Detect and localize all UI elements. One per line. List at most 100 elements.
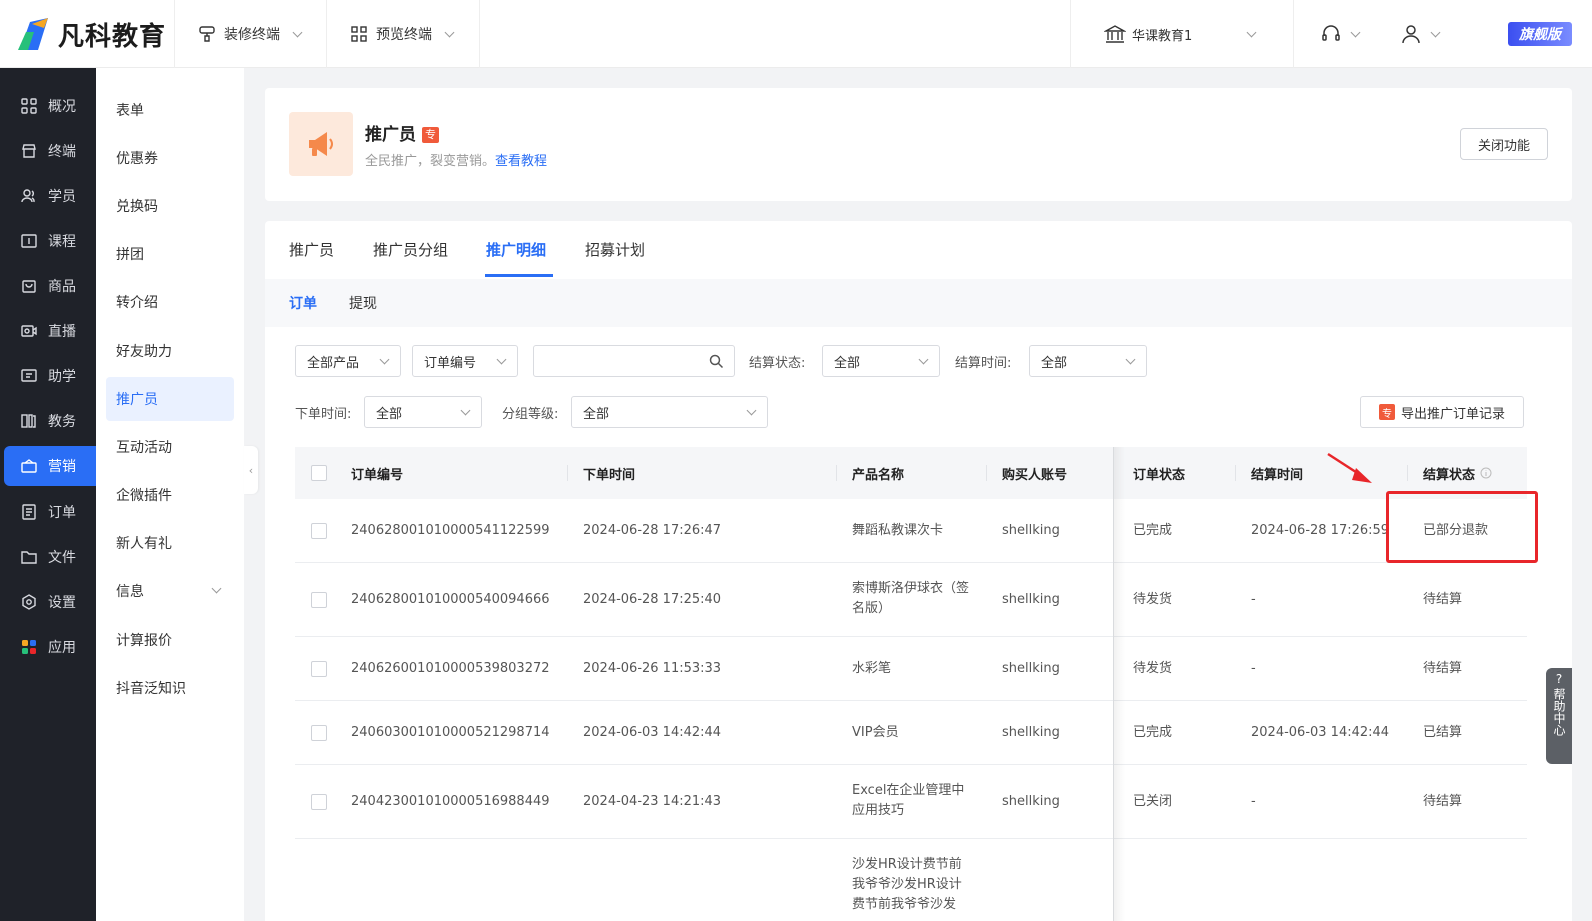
nav-item-orders[interactable]: 订单 [0,492,96,532]
users-icon [20,187,38,205]
folder-icon [20,548,38,566]
subnav-item-wecom-plugin[interactable]: 企微插件 [106,473,234,517]
tutorial-link[interactable]: 查看教程 [495,154,547,169]
preview-label: 预览终端 [376,27,432,43]
column-divider [1407,465,1408,481]
feature-header-card: 推广员专 全民推广，裂变营销。查看教程 关闭功能 [265,88,1572,201]
subnav-item-coupon[interactable]: 优惠券 [106,136,234,180]
table-row: 24062800101000054112​2599 2024-06-28 17:… [295,499,1527,563]
nav-item-files[interactable]: 文件 [0,537,96,577]
feature-title-text: 推广员 [365,125,416,145]
subtab-orders[interactable]: 订单 [289,293,317,313]
tab-promoter-groups[interactable]: 推广员分组 [373,239,448,260]
help-center-button[interactable]: ? 帮助中心 [1546,668,1572,764]
subnav-item-group-buy[interactable]: 拼团 [106,232,234,276]
table-row: 240628001010000540094666 2024-06-28 17:2… [295,563,1527,637]
org-switcher[interactable]: 华课教育1 [1104,0,1264,68]
cell-settle-status: 待结算 [1423,794,1463,809]
brand-logo[interactable]: 凡科教育 [14,14,166,54]
select-all-checkbox[interactable] [311,465,327,481]
nav-item-assist[interactable]: 助学 [0,356,96,396]
support-menu[interactable] [1320,0,1361,68]
collapse-sidebar-button[interactable]: ‹ [244,446,258,494]
nav-item-students[interactable]: 学员 [0,176,96,216]
nav-item-courses[interactable]: 课程 [0,221,96,261]
group-level-select[interactable]: 全部 [571,396,768,428]
cell-buyer: shellking [1002,523,1060,538]
subnav-item-friend-help[interactable]: 好友助力 [106,329,234,373]
tab-promoters[interactable]: 推广员 [289,239,334,260]
cell-order-status: 待发货 [1133,661,1173,676]
top-bar: 凡科教育 装修终端 预览终端 华课教育1 旗舰版 [0,0,1592,68]
order-time-select[interactable]: 全部 [364,396,482,428]
tab-recruit-plan[interactable]: 招募计划 [585,239,645,260]
subnav-item-promoter[interactable]: 推广员 [106,377,234,421]
close-feature-button[interactable]: 关闭功能 [1460,128,1548,160]
select-value: 全部 [583,406,610,422]
settle-time-select[interactable]: 全部 [1029,345,1147,377]
nav-label: 终端 [48,144,76,160]
subnav-item-newcomer-gift[interactable]: 新人有礼 [106,521,234,565]
row-checkbox[interactable] [311,592,327,608]
export-orders-button[interactable]: 专 导出推广订单记录 [1360,396,1524,428]
subnav-item-quote[interactable]: 计算报价 [106,618,234,662]
info-icon[interactable] [1480,467,1492,479]
settle-status-select[interactable]: 全部 [822,345,940,377]
cell-order-status: 已完成 [1133,725,1173,740]
cell-buyer: shellking [1002,725,1060,740]
gear-icon [20,593,38,611]
product-filter-select[interactable]: 全部产品 [295,345,401,377]
divider [1070,0,1071,68]
nav-item-academic[interactable]: 教务 [0,401,96,441]
subnav-item-form[interactable]: 表单 [106,88,234,132]
divider [326,0,327,68]
nav-item-overview[interactable]: 概况 [0,86,96,126]
subnav-item-douyin[interactable]: 抖音泛知识 [106,666,234,710]
cell-product: 索博斯洛伊球衣（签名版） [852,581,970,616]
nav-item-terminal[interactable]: 终端 [0,131,96,171]
account-menu[interactable] [1400,0,1441,68]
decorate-menu[interactable]: 装修终端 [196,0,303,68]
col-settle-status-label: 结算状态 [1423,467,1476,483]
chevron-down-icon [1246,27,1257,37]
cell-order-no: 240626001010000539803272 [351,661,550,676]
brand-name: 凡科教育 [58,21,167,52]
table-row: 240603001010000521298714 2024-06-03 14:4… [295,701,1527,765]
nav-item-marketing[interactable]: 营销 [4,446,96,486]
cell-settle-status: 已结算 [1423,725,1463,740]
row-checkbox[interactable] [311,794,327,810]
row-checkbox[interactable] [311,661,327,677]
subnav-item-redeem-code[interactable]: 兑换码 [106,184,234,228]
nav-item-live[interactable]: 直播 [0,311,96,351]
col-order-time: 下单时间 [583,467,636,483]
order-no-field-select[interactable]: 订单编号 [412,345,518,377]
pro-badge: 专 [422,127,439,143]
nav-item-settings[interactable]: 设置 [0,582,96,622]
col-settle-time: 结算时间 [1251,467,1304,483]
main-nav: 概况 终端 学员 课程 商品 直播 助学 教务 营销 订单 文件 设置 应用 [0,68,96,921]
cell-order-no: 240423001010000516988449 [351,794,550,809]
store-icon [20,142,38,160]
nav-item-products[interactable]: 商品 [0,266,96,306]
search-input[interactable] [533,345,735,377]
vip-badge[interactable]: 旗舰版 [1508,22,1572,46]
cell-settle-time: 2024-06-03 14:42:44 [1251,725,1390,740]
subtab-withdrawals[interactable]: 提现 [349,293,377,313]
preview-menu[interactable]: 预览终端 [348,0,455,68]
search-icon[interactable] [709,354,724,369]
order-time-label: 下单时间: [295,406,352,422]
row-checkbox[interactable] [311,725,327,741]
chevron-down-icon [444,27,455,37]
subnav-item-referral[interactable]: 转介绍 [106,280,234,324]
detail-panel: 推广员 推广员分组 推广明细 招募计划 订单 提现 全部产品 订单编号 结算状态… [265,221,1572,921]
subnav-item-info[interactable]: 信息 [106,569,234,613]
nav-label: 营销 [48,459,76,475]
nav-item-apps[interactable]: 应用 [0,627,96,667]
select-value: 全部 [834,355,861,371]
tab-promotion-details[interactable]: 推广明细 [486,239,546,260]
order-icon [20,503,38,521]
cell-order-status: 待发货 [1133,592,1173,607]
row-checkbox[interactable] [311,523,327,539]
cell-order-status: 已完成 [1133,523,1173,538]
subnav-item-interactive[interactable]: 互动活动 [106,425,234,469]
